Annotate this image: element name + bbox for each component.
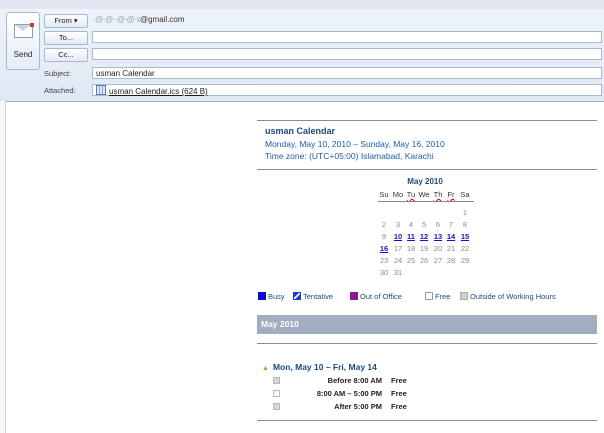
weekday-label: Tu [406, 190, 416, 199]
calendar-range: Monday, May 10, 2010 – Sunday, May 16, 2… [265, 139, 445, 149]
slot-status: Free [391, 376, 407, 385]
slot-time: 8:00 AM – 5:00 PM [316, 389, 382, 398]
mini-calendar-day: 23 [379, 256, 389, 265]
mini-calendar-day: 5 [421, 220, 427, 229]
cc-button[interactable]: Cc... [44, 48, 88, 62]
envelope-icon [14, 23, 34, 38]
mini-calendar-day: 20 [433, 244, 443, 253]
slot-time: Before 8:00 AM [327, 376, 382, 385]
weekday-label: Fr [447, 190, 455, 199]
body-left-margin [0, 101, 6, 433]
mini-calendar-day[interactable]: 11 [405, 232, 417, 241]
mini-calendar-day: 26 [419, 256, 429, 265]
collapse-triangle-icon[interactable]: ▲ [262, 365, 269, 372]
legend-item: Busy [258, 292, 285, 301]
legend-swatch-icon [350, 292, 358, 300]
legend-item: Tentative [293, 292, 333, 301]
mini-calendar-day[interactable]: 16 [378, 244, 390, 253]
subject-field[interactable]: usman Calendar [92, 67, 602, 79]
mini-calendar-day: 9 [381, 232, 387, 241]
legend-item: Free [425, 292, 450, 301]
send-label: Send [13, 50, 33, 59]
legend-item: Out of Office [350, 292, 402, 301]
mini-calendar-day: 18 [406, 244, 416, 253]
mini-calendar-day: 25 [406, 256, 416, 265]
calendar-title: usman Calendar [265, 126, 336, 136]
cc-field[interactable] [92, 48, 602, 60]
mini-calendar-day: 19 [419, 244, 429, 253]
legend-swatch-icon [425, 292, 433, 300]
subject-label: Subject: [44, 69, 72, 78]
slot-status: Free [391, 402, 407, 411]
month-header: May 2010 [257, 315, 597, 334]
mini-calendar-day: 30 [379, 268, 389, 277]
divider [257, 343, 597, 344]
mini-calendar-day: 2 [381, 220, 387, 229]
attached-label: Attached: [44, 86, 76, 95]
mini-calendar-day[interactable]: 10 [392, 232, 404, 241]
from-email-domain: @gmail.com [139, 15, 185, 24]
week-range: Mon, May 10 – Fri, May 14 [272, 362, 377, 372]
legend-label: Free [435, 292, 451, 301]
from-value: ·@·@··@·@·s@gmail.com [93, 15, 185, 24]
mini-calendar-day: 7 [448, 220, 454, 229]
mini-calendar-month: May 2010 [407, 177, 443, 186]
divider [257, 169, 597, 170]
legend-swatch-icon [258, 292, 266, 300]
weekday-label: Mo [392, 190, 404, 199]
legend-label: Tentative [303, 292, 334, 301]
legend-swatch-icon [293, 292, 301, 300]
weekday-label: We [418, 190, 430, 199]
mini-calendar-day: 17 [393, 244, 403, 253]
divider [257, 120, 597, 121]
attachment-field: usman Calendar.ics (624 B) [92, 84, 602, 96]
slot-status: Free [391, 389, 407, 398]
slot-time: After 5:00 PM [334, 402, 382, 411]
mini-calendar-day: 1 [462, 208, 468, 217]
mini-calendar-day: 8 [462, 220, 468, 229]
mini-calendar-day[interactable]: 12 [418, 232, 430, 241]
mini-calendar-day: 29 [460, 256, 470, 265]
mini-calendar-day: 6 [435, 220, 441, 229]
from-email-masked: ·@·@··@·@·s [93, 15, 140, 24]
mini-calendar-day: 4 [408, 220, 414, 229]
legend-label: Outside of Working Hours [470, 292, 556, 301]
mini-calendar-day[interactable]: 15 [459, 232, 471, 241]
send-button[interactable]: Send [6, 12, 40, 70]
legend-label: Busy [268, 292, 285, 301]
slot-swatch-icon [273, 377, 280, 384]
mini-calendar-day[interactable]: 13 [432, 232, 444, 241]
legend-label: Out of Office [360, 292, 402, 301]
mini-calendar-day: 3 [395, 220, 401, 229]
attachment-link[interactable]: usman Calendar.ics (624 B) [109, 87, 208, 96]
from-button[interactable]: From ▾ [44, 14, 88, 28]
legend-item: Outside of Working Hours [460, 292, 556, 301]
mini-calendar-day: 28 [446, 256, 456, 265]
mini-calendar-day: 31 [393, 268, 403, 277]
to-button[interactable]: To... [44, 31, 88, 45]
mini-calendar-day: 24 [393, 256, 403, 265]
slot-swatch-icon [273, 390, 280, 397]
calendar-timezone: Time zone: (UTC+05:00) Islamabad, Karach… [265, 151, 434, 161]
weekday-label: Sa [460, 190, 470, 199]
mini-calendar-rule [378, 201, 474, 202]
to-field[interactable] [92, 31, 602, 43]
legend-swatch-icon [460, 292, 468, 300]
mini-calendar-day: 27 [433, 256, 443, 265]
mini-calendar-day: 21 [446, 244, 456, 253]
week-title: ▲ Mon, May 10 – Fri, May 14 [262, 362, 377, 372]
mini-calendar-day: 22 [460, 244, 470, 253]
weekday-label: Su [379, 190, 389, 199]
divider [257, 420, 597, 421]
mini-calendar-day[interactable]: 14 [445, 232, 457, 241]
subject-value: usman Calendar [96, 69, 155, 78]
calendar-file-icon [96, 85, 106, 95]
slot-swatch-icon [273, 403, 280, 410]
weekday-label: Th [433, 190, 443, 199]
